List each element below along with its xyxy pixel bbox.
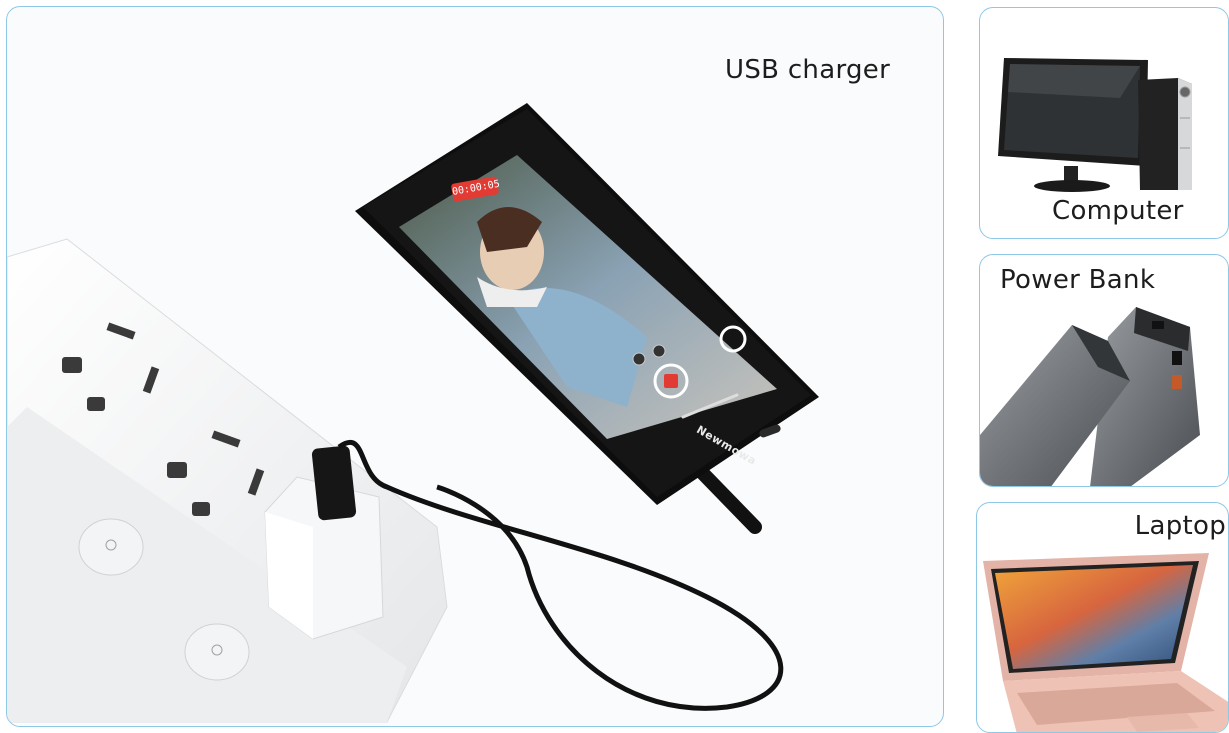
usb-charger-panel: 00:00:05 Newmowa USB charger: [6, 6, 944, 727]
computer-label: Computer: [1052, 196, 1184, 226]
power-bank-panel: Power Bank: [979, 254, 1229, 487]
charging-scene-illustration: [7, 103, 819, 723]
computer-panel: Computer: [979, 7, 1229, 239]
usb-charger-label: USB charger: [725, 55, 891, 85]
laptop-panel: Laptop: [976, 502, 1229, 733]
power-strip: [7, 238, 448, 723]
laptop-label: Laptop: [1134, 511, 1226, 541]
power-bank-label: Power Bank: [1000, 265, 1156, 295]
camera-device: [355, 103, 819, 505]
